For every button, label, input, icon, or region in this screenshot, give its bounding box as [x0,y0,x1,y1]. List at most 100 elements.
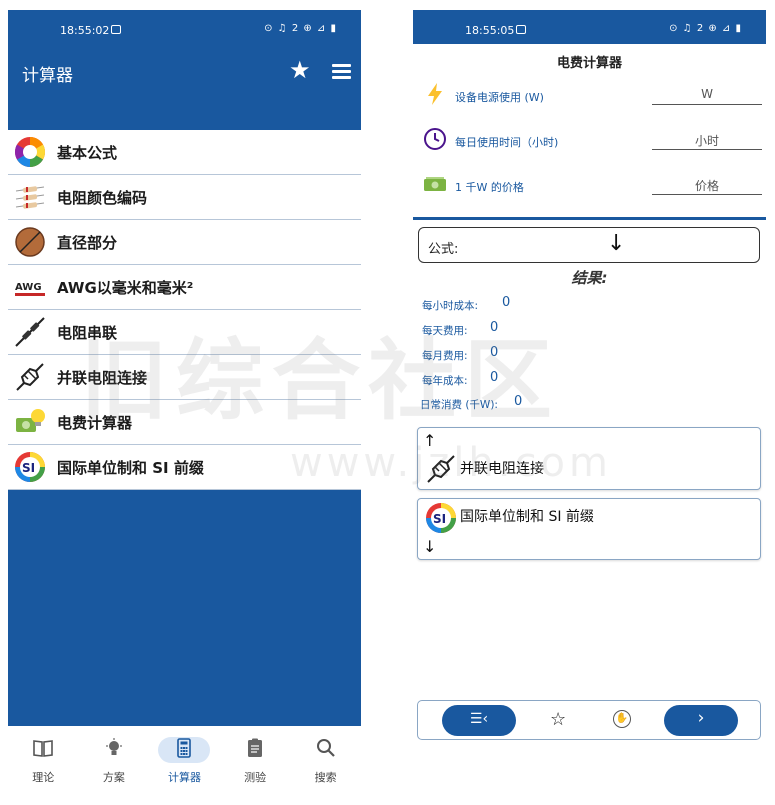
empty-area [8,490,361,726]
prev-calculator-card[interactable]: ↑ 并联电阻连接 [417,427,761,490]
page-title: 电费计算器 [556,56,622,71]
list-item-series-resistors[interactable]: 电阻串联 [8,310,361,355]
book-icon [32,738,54,758]
status-icons: ⊙ ♫ 2 ⊕ ⊿ ▮ [669,23,742,34]
electricity-cost-screen: 18:55:05 ⊙ ♫ 2 ⊕ ⊿ ▮ 电费计算器 设备电源使用 (W) W … [413,10,766,792]
list-item-parallel-resistors[interactable]: 并联电阻连接 [8,355,361,400]
app-title: 计算器 [22,66,73,86]
card-label: 国际单位制和 SI 前缀 [460,509,594,525]
nav-schemes[interactable]: 方案 [79,726,150,792]
si-prefix-icon: SI [13,450,47,484]
favorite-star-icon[interactable]: ☆ [550,709,566,730]
field-label: 设备电源使用 (W) [455,91,544,104]
nav-label: 搜索 [314,771,337,784]
status-icons: ⊙ ♫ 2 ⊕ ⊿ ▮ [264,23,337,34]
kw-price-input[interactable]: 价格 [652,174,762,195]
list-menu-button[interactable]: ☰‹ [442,705,516,736]
list-item-label: 电阻串联 [57,323,118,342]
nav-label: 理论 [32,771,55,784]
quiz-clipboard-icon [244,738,266,758]
result-label: 每小时成本: [422,300,479,312]
parallel-resistor-icon [425,453,457,485]
svg-text:AWG: AWG [15,282,42,293]
result-label: 每月费用: [422,350,468,362]
result-value: 0 [502,295,511,310]
formula-toggle[interactable]: 公式: ↓ [418,227,760,263]
notification-icon [111,25,121,34]
nav-quiz[interactable]: 测验 [220,726,291,792]
result-yearly: 每年成本: 0 [422,370,498,388]
money-icon [423,172,447,196]
awg-wire-icon: AWG [13,270,47,304]
list-item-resistor-color-code[interactable]: 电阻颜色编码 [8,175,361,220]
power-usage-row: 设备电源使用 (W) W [413,72,766,117]
list-item-electricity-cost[interactable]: 电费计算器 [8,400,361,445]
header-band [8,102,361,130]
result-daily: 每天费用: 0 [422,320,498,338]
bottom-navigation: 理论 方案 计算器 测验 搜索 [8,726,361,792]
nav-label: 测验 [244,771,267,784]
nav-label: 方案 [102,771,125,784]
nav-calculator[interactable]: 计算器 [149,726,220,792]
list-item-diameter[interactable]: 直径部分 [8,220,361,265]
list-item-awg[interactable]: AWG AWG以毫米和毫米² [8,265,361,310]
result-value: 0 [490,370,499,385]
result-label: 每年成本: [422,375,468,387]
formula-label: 公式: [428,242,459,257]
list-item-label: AWG以毫米和毫米² [57,278,194,297]
hand-icon[interactable]: ✋ [613,710,631,728]
list-item-label: 并联电阻连接 [57,368,148,387]
result-value: 0 [490,345,499,360]
result-label: 每天费用: [422,325,468,337]
bulb-icon [103,738,125,758]
field-label: 每日使用时间（小时) [455,136,559,149]
status-time: 18:55:05 [465,24,515,37]
lightning-icon [423,82,447,106]
list-item-label: 电费计算器 [57,413,133,432]
bottom-toolbar: ☰‹ ☆ ✋ › [417,700,761,740]
daily-hours-row: 每日使用时间（小时) 小时 [413,117,766,162]
money-bulb-icon [13,405,47,439]
result-value: 0 [490,320,499,335]
svg-text:SI: SI [433,512,446,526]
resistor-color-icon [13,180,47,214]
svg-text:SI: SI [22,461,35,475]
list-collapse-icon: ☰‹ [469,711,489,727]
nav-theory[interactable]: 理论 [8,726,79,792]
list-item-label: 直径部分 [57,233,118,252]
status-bar: 18:55:02 ⊙ ♫ 2 ⊕ ⊿ ▮ [8,10,361,44]
si-prefix-icon: SI [425,502,457,534]
calculator-icon [173,738,195,758]
field-label: 1 千W 的价格 [455,181,524,194]
app-bar: 计算器 ★ [8,44,361,102]
section-divider [413,217,766,220]
list-item-si-prefixes[interactable]: SI 国际单位制和 SI 前缀 [8,445,361,490]
notification-icon [516,25,526,34]
card-label: 并联电阻连接 [460,461,544,477]
result-value: 0 [514,394,523,409]
nav-label: 计算器 [167,771,201,784]
arrow-down-icon: ↓ [423,537,437,556]
parallel-resistor-icon [13,360,47,394]
arrow-down-icon: ↓ [607,231,626,256]
list-item-label: 国际单位制和 SI 前缀 [57,458,204,477]
result-title: 结果: [571,269,608,287]
chevron-right-icon: › [697,708,705,728]
diameter-icon [13,225,47,259]
list-item-basic-formulas[interactable]: 基本公式 [8,130,361,175]
status-time: 18:55:02 [60,24,110,37]
series-resistor-icon [13,315,47,349]
daily-hours-input[interactable]: 小时 [652,129,762,150]
nav-search[interactable]: 搜索 [290,726,361,792]
next-button[interactable]: › [664,705,738,736]
next-calculator-card[interactable]: SI 国际单位制和 SI 前缀 ↓ [417,498,761,560]
favorites-star-icon[interactable]: ★ [289,56,311,84]
result-label: 日常消费 (千W): [420,399,498,411]
result-monthly: 每月费用: 0 [422,345,498,363]
power-usage-input[interactable]: W [652,84,762,105]
arrow-up-icon: ↑ [423,431,437,450]
list-item-label: 电阻颜色编码 [57,188,148,207]
status-bar: 18:55:05 ⊙ ♫ 2 ⊕ ⊿ ▮ [413,10,766,44]
result-daily-consumption: 日常消费 (千W): 0 [420,394,522,412]
menu-icon[interactable] [332,64,351,80]
